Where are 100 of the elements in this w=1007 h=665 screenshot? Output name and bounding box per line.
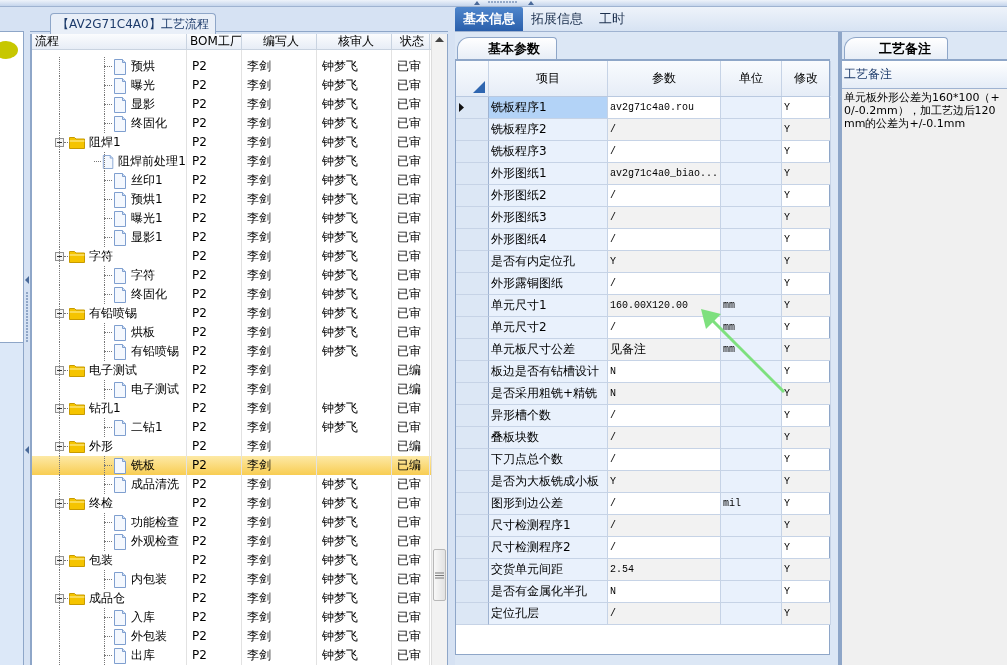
column-header[interactable]: BOM工厂 — [187, 34, 242, 49]
tree-item[interactable]: 曝光1 — [127, 209, 163, 228]
tree-row[interactable]: 电子测试 P2 李剑 已编 — [32, 361, 431, 380]
table-cell[interactable]: 外形图纸1 — [489, 163, 608, 185]
column-header[interactable]: 参数 — [608, 61, 721, 96]
table-cell[interactable]: 单元板尺寸公差 — [489, 339, 608, 361]
tree-toggle-icon[interactable] — [55, 556, 64, 565]
tree-item[interactable]: 烘板 — [127, 323, 155, 342]
tree-item[interactable]: 字符 — [85, 247, 113, 266]
tree-item[interactable]: 成品仓 — [85, 589, 125, 608]
column-header[interactable]: 修改 — [782, 61, 831, 96]
tree-item[interactable]: 电子测试 — [127, 380, 179, 399]
tree-item[interactable]: 预烘 — [127, 57, 155, 76]
column-header[interactable]: 状态 — [392, 34, 430, 49]
tree-item[interactable]: 外形 — [85, 437, 113, 456]
scroll-up-icon[interactable] — [435, 36, 444, 42]
table-cell[interactable]: 单元尺寸1 — [489, 295, 608, 317]
tree-item[interactable]: 出库 — [127, 646, 155, 665]
row-header[interactable] — [456, 97, 489, 119]
tree-item[interactable]: 显影 — [127, 95, 155, 114]
tree-row[interactable]: 阻焊前处理1 P2 李剑 钟梦飞 已审 — [32, 152, 431, 171]
tree-toggle-icon[interactable] — [55, 404, 64, 413]
table-cell[interactable]: 外形图纸4 — [489, 229, 608, 251]
table-cell[interactable]: 是否为大板铣成小板 — [489, 471, 608, 493]
tree-item[interactable]: 终检 — [85, 494, 113, 513]
section-tab[interactable]: 基本参数 — [457, 37, 557, 59]
table-cell[interactable]: 板边是否有钻槽设计 — [489, 361, 608, 383]
tab[interactable]: 拓展信息 — [523, 7, 591, 31]
table-cell[interactable]: 叠板块数 — [489, 427, 608, 449]
tree-row[interactable]: 包装 P2 李剑 钟梦飞 已审 — [32, 551, 431, 570]
tree-item[interactable]: 二钻1 — [127, 418, 163, 437]
tree-row[interactable]: 入库 P2 李剑 钟梦飞 已审 — [32, 608, 431, 627]
tree-item[interactable]: 终固化 — [127, 285, 167, 304]
tree-item[interactable]: 丝印1 — [127, 171, 163, 190]
tree-item[interactable]: 入库 — [127, 608, 155, 627]
tree-toggle-icon[interactable] — [55, 252, 64, 261]
tree-row[interactable]: 出库 P2 李剑 钟梦飞 已审 — [32, 646, 431, 665]
tree-toggle-icon[interactable] — [55, 138, 64, 147]
tree-item[interactable]: 功能检查 — [127, 513, 179, 532]
tree-row[interactable]: 终固化 P2 李剑 钟梦飞 已审 — [32, 285, 431, 304]
column-header[interactable]: 编写人 — [242, 34, 317, 49]
tree-item[interactable]: 终固化 — [127, 114, 167, 133]
table-cell[interactable]: 铣板程序2 — [489, 119, 608, 141]
splitter-grip-icon[interactable] — [473, 0, 534, 6]
tree-item[interactable]: 曝光 — [127, 76, 155, 95]
tree-item[interactable]: 字符 — [127, 266, 155, 285]
tree-item[interactable]: 包装 — [85, 551, 113, 570]
tab[interactable]: 基本信息 — [455, 7, 523, 31]
tree-item[interactable]: 阻焊前处理1 — [114, 152, 186, 171]
table-cell[interactable]: 外形图纸3 — [489, 207, 608, 229]
tree-row[interactable]: 有铅喷锡 P2 李剑 钟梦飞 已审 — [32, 304, 431, 323]
column-header[interactable]: 流程 — [32, 34, 187, 49]
tree-row[interactable]: 显影 P2 李剑 钟梦飞 已审 — [32, 95, 431, 114]
tree-toggle-icon[interactable] — [55, 499, 64, 508]
column-header[interactable]: 项目 — [489, 61, 608, 96]
tree-item[interactable]: 有铅喷锡 — [85, 304, 137, 323]
tree-row[interactable]: 阻焊1 P2 李剑 钟梦飞 已审 — [32, 133, 431, 152]
tree-row[interactable]: 成品仓 P2 李剑 钟梦飞 已审 — [32, 589, 431, 608]
table-cell[interactable]: 铣板程序1 — [489, 97, 608, 119]
tree-row[interactable]: 曝光1 P2 李剑 钟梦飞 已审 — [32, 209, 431, 228]
tree-row[interactable]: 字符 P2 李剑 钟梦飞 已审 — [32, 247, 431, 266]
tree-row[interactable]: 曝光 P2 李剑 钟梦飞 已审 — [32, 76, 431, 95]
tree-row[interactable]: 功能检查 P2 李剑 钟梦飞 已审 — [32, 513, 431, 532]
tree-row[interactable]: 丝印1 P2 李剑 钟梦飞 已审 — [32, 171, 431, 190]
tree-row[interactable]: 显影1 P2 李剑 钟梦飞 已审 — [32, 228, 431, 247]
table-cell[interactable]: 尺寸检测程序1 — [489, 515, 608, 537]
tree-row[interactable]: 钻孔1 P2 李剑 钟梦飞 已审 — [32, 399, 431, 418]
table-cell[interactable]: 图形到边公差 — [489, 493, 608, 515]
table-cell[interactable]: 外形露铜图纸 — [489, 273, 608, 295]
scrollbar[interactable] — [431, 34, 447, 665]
table-cell[interactable]: 下刀点总个数 — [489, 449, 608, 471]
table-cell[interactable]: 异形槽个数 — [489, 405, 608, 427]
tree-row[interactable]: 烘板 P2 李剑 钟梦飞 已审 — [32, 323, 431, 342]
tree-toggle-icon[interactable] — [55, 309, 64, 318]
tree-row[interactable]: 成品清洗 P2 李剑 钟梦飞 已审 — [32, 475, 431, 494]
tree-row[interactable]: 终检 P2 李剑 钟梦飞 已审 — [32, 494, 431, 513]
tree-item[interactable]: 有铅喷锡 — [127, 342, 179, 361]
table-cell[interactable]: 定位孔层 — [489, 603, 608, 625]
tree-item[interactable]: 内包装 — [127, 570, 167, 589]
table-cell[interactable]: 外形图纸2 — [489, 185, 608, 207]
tree-item[interactable]: 外包装 — [127, 627, 167, 646]
tree-toggle-icon[interactable] — [55, 366, 64, 375]
tree-item[interactable]: 铣板 — [127, 456, 155, 475]
section-tab[interactable]: 工艺备注 — [844, 37, 948, 59]
tree-row[interactable]: 有铅喷锡 P2 李剑 钟梦飞 已审 — [32, 342, 431, 361]
table-cell[interactable]: 单元尺寸2 — [489, 317, 608, 339]
tab[interactable]: 工时 — [591, 7, 633, 31]
tree-toggle-icon[interactable] — [55, 442, 64, 451]
tree-item[interactable]: 显影1 — [127, 228, 163, 247]
tree-row[interactable]: 终固化 P2 李剑 钟梦飞 已审 — [32, 114, 431, 133]
tree-item[interactable]: 成品清洗 — [127, 475, 179, 494]
tree-row[interactable]: 内包装 P2 李剑 钟梦飞 已审 — [32, 570, 431, 589]
tree-row[interactable]: 电子测试 P2 李剑 已编 — [32, 380, 431, 399]
table-cell[interactable]: 交货单元间距 — [489, 559, 608, 581]
table-cell[interactable]: 铣板程序3 — [489, 141, 608, 163]
tree-row[interactable]: 铣板 P2 李剑 已编 — [32, 456, 431, 475]
tree-toggle-icon[interactable] — [55, 594, 64, 603]
column-header[interactable]: 单位 — [721, 61, 782, 96]
panel-tab[interactable]: 【AV2G71C4A0】工艺流程 — [50, 13, 216, 34]
tree-item[interactable]: 电子测试 — [85, 361, 137, 380]
